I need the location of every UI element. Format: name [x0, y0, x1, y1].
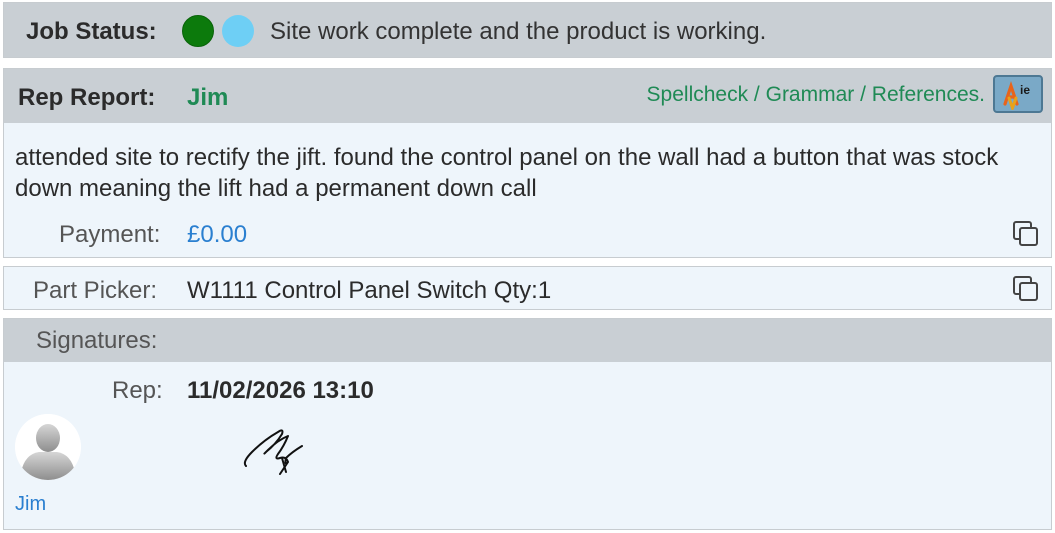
status-complete-indicator	[182, 15, 214, 47]
rep-report-label: Rep Report:	[18, 84, 156, 111]
signer-name-link[interactable]: Jim	[15, 493, 46, 516]
part-picker-row: Part Picker: W1111 Control Panel Switch …	[3, 266, 1052, 310]
spellcheck-button[interactable]: ie	[993, 75, 1043, 113]
signatures-header: Signatures:	[4, 319, 1051, 362]
avatar	[15, 414, 81, 480]
rep-report-panel: Rep Report: Jim Spellcheck / Grammar / R…	[3, 68, 1052, 258]
rep-name: Jim	[187, 84, 229, 111]
job-status-label: Job Status:	[26, 18, 157, 45]
rep-signature-datetime: 11/02/2026 13:10	[187, 377, 374, 404]
rep-report-body: attended site to rectify the jift. found…	[4, 123, 1051, 257]
signature-image	[243, 429, 303, 475]
signatures-label: Signatures:	[36, 327, 158, 354]
rep-report-header: Rep Report: Jim Spellcheck / Grammar / R…	[4, 69, 1051, 123]
payment-value: £0.00	[187, 221, 248, 248]
job-status-text: Site work complete and the product is wo…	[270, 18, 767, 45]
status-working-indicator	[222, 15, 254, 47]
part-picker-value: W1111 Control Panel Switch Qty:1	[187, 277, 552, 304]
part-picker-label: Part Picker:	[33, 277, 158, 304]
copy-icon[interactable]	[1011, 274, 1041, 304]
user-silhouette-icon	[15, 414, 81, 480]
payment-label: Payment:	[59, 221, 161, 248]
copy-icon[interactable]	[1011, 219, 1041, 249]
job-status-bar: Job Status: Site work complete and the p…	[3, 2, 1052, 58]
spellcheck-logo-icon: ie	[1003, 80, 1030, 110]
signatures-body: Rep: 11/02/2026 13:10 Jim	[4, 362, 1051, 529]
svg-text:ie: ie	[1020, 83, 1030, 97]
rep-signature-label: Rep:	[112, 377, 163, 404]
signatures-panel: Signatures: Rep: 11/02/2026 13:10 Jim	[3, 318, 1052, 530]
spellcheck-link[interactable]: Spellcheck / Grammar / References.	[647, 83, 985, 107]
rep-report-text: attended site to rectify the jift. found…	[15, 144, 999, 202]
